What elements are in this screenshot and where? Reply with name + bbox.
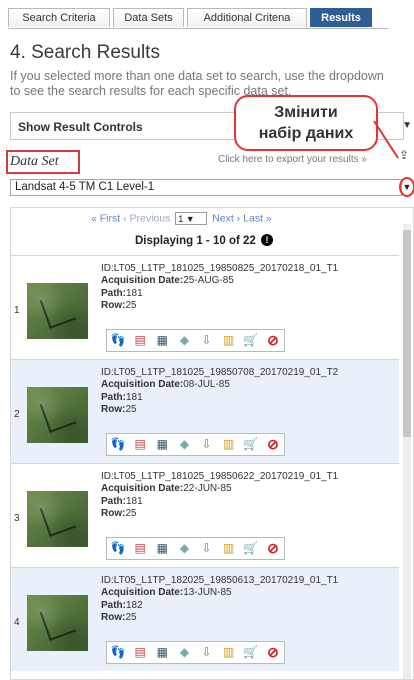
compare-icon[interactable]: ▦: [154, 541, 171, 556]
callout-line-1: Змінити: [274, 104, 338, 121]
metadata-icon[interactable]: ◆: [176, 645, 193, 660]
scene-thumbnail[interactable]: [27, 491, 88, 547]
page-title: 4. Search Results: [10, 42, 160, 63]
scene-metadata: ID:LT05_L1TP_181025_19850825_20170218_01…: [101, 263, 339, 312]
compare-icon[interactable]: ▦: [154, 333, 171, 348]
result-number: 4: [14, 617, 20, 628]
footprint-icon[interactable]: 👣: [110, 333, 127, 348]
bulk-download-icon[interactable]: ▥: [220, 645, 237, 660]
scene-metadata: ID:LT05_L1TP_182025_19850613_20170219_01…: [101, 575, 339, 624]
dropdown-highlight-ring: [399, 177, 414, 197]
footprint-icon[interactable]: 👣: [110, 645, 127, 660]
last-page-link[interactable]: Last »: [243, 212, 272, 224]
result-actions: 👣 ▤ ▦ ◆ ⇩ ▥ 🛒 ⊘: [106, 641, 285, 664]
metadata-icon[interactable]: ◆: [176, 333, 193, 348]
overlay-icon[interactable]: ▤: [132, 541, 149, 556]
scene-id: ID:LT05_L1TP_181025_19850708_20170219_01…: [101, 367, 339, 378]
result-actions: 👣 ▤ ▦ ◆ ⇩ ▥ 🛒 ⊘: [106, 329, 285, 352]
order-icon[interactable]: 🛒: [242, 541, 259, 556]
data-set-select[interactable]: Landsat 4-5 TM C1 Level-1: [10, 179, 402, 196]
search-tabs: Search Criteria Data Sets Additional Cri…: [8, 8, 388, 29]
info-icon[interactable]: !: [261, 234, 273, 246]
metadata-icon[interactable]: ◆: [176, 437, 193, 452]
scene-metadata: ID:LT05_L1TP_181025_19850708_20170219_01…: [101, 367, 339, 416]
download-icon[interactable]: ⇩: [198, 645, 215, 660]
change-dataset-callout: Змінити набір даних: [234, 95, 378, 151]
result-item: 2 ID:LT05_L1TP_181025_19850708_20170219_…: [11, 359, 399, 463]
bulk-download-icon[interactable]: ▥: [220, 541, 237, 556]
page-select[interactable]: 1 ▼: [175, 212, 208, 225]
result-actions: 👣 ▤ ▦ ◆ ⇩ ▥ 🛒 ⊘: [106, 433, 285, 456]
result-number: 1: [14, 305, 20, 316]
tab-results[interactable]: Results: [310, 8, 372, 27]
result-item: 3 ID:LT05_L1TP_181025_19850622_20170219_…: [11, 463, 399, 567]
exclude-icon[interactable]: ⊘: [264, 333, 281, 348]
footprint-icon[interactable]: 👣: [110, 437, 127, 452]
order-icon[interactable]: 🛒: [242, 333, 259, 348]
results-scrollbar[interactable]: [403, 224, 411, 679]
order-icon[interactable]: 🛒: [242, 437, 259, 452]
scene-id: ID:LT05_L1TP_181025_19850825_20170218_01…: [101, 263, 339, 274]
compare-icon[interactable]: ▦: [154, 645, 171, 660]
scene-metadata: ID:LT05_L1TP_181025_19850622_20170219_01…: [101, 471, 339, 520]
export-icon[interactable]: ⇪: [399, 148, 409, 162]
results-panel: « First ‹ Previous 1 ▼ Next › Last » Dis…: [10, 207, 414, 680]
exclude-icon[interactable]: ⊘: [264, 645, 281, 660]
result-controls-arrow-icon[interactable]: ▼: [402, 120, 412, 131]
result-controls-label: Show Result Controls: [18, 120, 143, 134]
download-icon[interactable]: ⇩: [198, 437, 215, 452]
callout-line-2: набір даних: [258, 125, 354, 142]
overlay-icon[interactable]: ▤: [132, 333, 149, 348]
exclude-icon[interactable]: ⊘: [264, 437, 281, 452]
scene-thumbnail[interactable]: [27, 283, 88, 339]
bulk-download-icon[interactable]: ▥: [220, 333, 237, 348]
tab-search-criteria[interactable]: Search Criteria: [8, 8, 110, 27]
result-item: 4 ID:LT05_L1TP_182025_19850613_20170219_…: [11, 567, 399, 671]
tab-data-sets[interactable]: Data Sets: [113, 8, 184, 27]
compare-icon[interactable]: ▦: [154, 437, 171, 452]
result-actions: 👣 ▤ ▦ ◆ ⇩ ▥ 🛒 ⊘: [106, 537, 285, 560]
download-icon[interactable]: ⇩: [198, 541, 215, 556]
scene-id: ID:LT05_L1TP_182025_19850613_20170219_01…: [101, 575, 339, 586]
export-results-link[interactable]: Click here to export your results »: [218, 154, 367, 165]
bulk-download-icon[interactable]: ▥: [220, 437, 237, 452]
metadata-icon[interactable]: ◆: [176, 541, 193, 556]
pagination: « First ‹ Previous 1 ▼ Next › Last » Dis…: [11, 208, 399, 255]
scrollbar-thumb[interactable]: [403, 230, 411, 437]
exclude-icon[interactable]: ⊘: [264, 541, 281, 556]
previous-page-link[interactable]: ‹ Previous: [123, 212, 170, 224]
order-icon[interactable]: 🛒: [242, 645, 259, 660]
scene-id: ID:LT05_L1TP_181025_19850622_20170219_01…: [101, 471, 339, 482]
pagination-controls: « First ‹ Previous 1 ▼ Next › Last »: [91, 212, 272, 225]
tab-additional-criteria[interactable]: Additional Critena: [187, 8, 307, 27]
result-item: 1 ID:LT05_L1TP_181025_19850825_20170218_…: [11, 255, 399, 359]
result-number: 2: [14, 409, 20, 420]
result-number: 3: [14, 513, 20, 524]
next-page-link[interactable]: Next ›: [212, 212, 240, 224]
scene-thumbnail[interactable]: [27, 387, 88, 443]
results-count: Displaying 1 - 10 of 22 !: [135, 234, 273, 247]
overlay-icon[interactable]: ▤: [132, 645, 149, 660]
scene-thumbnail[interactable]: [27, 595, 88, 651]
download-icon[interactable]: ⇩: [198, 333, 215, 348]
footprint-icon[interactable]: 👣: [110, 541, 127, 556]
overlay-icon[interactable]: ▤: [132, 437, 149, 452]
first-page-link[interactable]: « First: [91, 212, 120, 224]
data-set-label: Data Set: [6, 150, 80, 174]
